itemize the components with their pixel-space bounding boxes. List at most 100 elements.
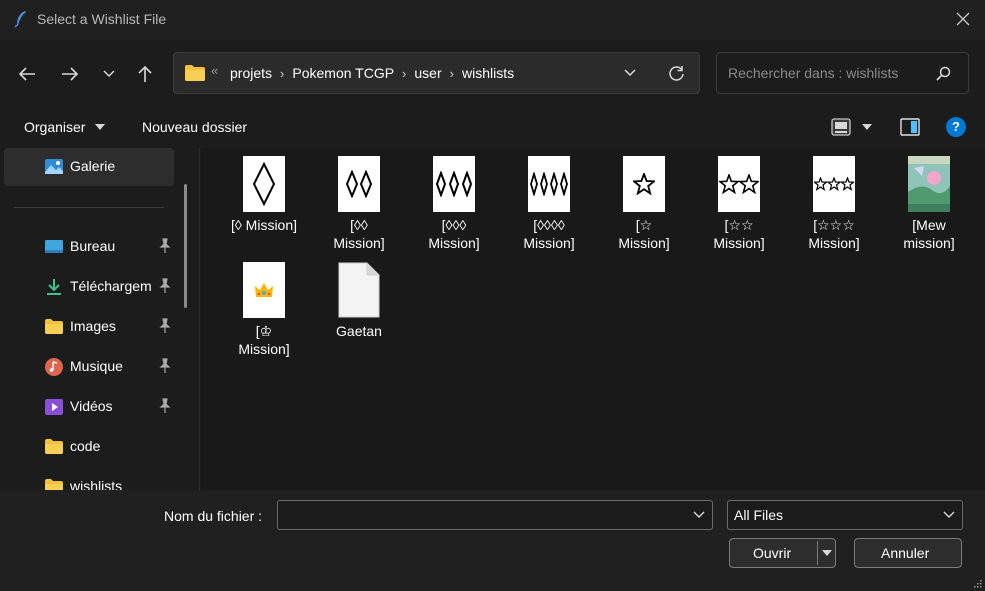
mew-card-icon: [908, 156, 950, 212]
navigation-pane: Galerie Bureau Téléchargem Images Musiqu…: [0, 148, 200, 490]
breadcrumb-item[interactable]: user: [414, 65, 441, 81]
download-icon: [47, 279, 61, 295]
organize-menu[interactable]: Organiser: [24, 119, 106, 135]
arrow-left-icon: [18, 67, 35, 81]
file-item[interactable]: [◊◊◊◊ Mission]: [504, 156, 594, 252]
sidebar-item-downloads[interactable]: Téléchargem: [4, 268, 174, 306]
file-name: [☆ Mission]: [618, 217, 670, 251]
star-1-icon: [623, 156, 665, 212]
folder-icon: [45, 479, 63, 490]
navigation-bar: « projets › Pokemon TCGP › user › wishli…: [0, 40, 985, 108]
close-icon: [956, 12, 970, 26]
desktop-icon: [45, 240, 63, 253]
resize-grip-icon[interactable]: [972, 578, 982, 588]
breadcrumb-item[interactable]: projets: [230, 65, 272, 81]
cancel-button[interactable]: Annuler: [854, 538, 962, 568]
file-name: [◊◊ Mission]: [333, 217, 385, 251]
file-item[interactable]: [◊◊◊ Mission]: [409, 156, 499, 252]
pin-icon: [159, 238, 171, 253]
gallery-icon: [45, 159, 63, 174]
star-3-icon: [813, 156, 855, 212]
search-box[interactable]: Rechercher dans : wishlists: [716, 52, 969, 94]
close-button[interactable]: [953, 10, 973, 30]
file-item[interactable]: [☆ Mission]: [599, 156, 689, 252]
sidebar-item-label: Galerie: [70, 158, 116, 174]
sidebar-item-wishlists[interactable]: wishlists: [4, 468, 174, 490]
file-name: [☆☆☆ Mission]: [808, 217, 860, 251]
chevron-right-icon[interactable]: ›: [402, 66, 406, 81]
file-name: [Mew mission]: [903, 217, 955, 251]
chevron-down-icon[interactable]: [692, 507, 706, 521]
file-item[interactable]: Gaetan: [314, 262, 404, 340]
file-item[interactable]: [◊ Mission]: [219, 156, 309, 234]
blank-file-icon: [338, 262, 380, 318]
chevron-right-icon[interactable]: ›: [450, 66, 454, 81]
chevron-down-icon: [103, 70, 115, 78]
caret-down-icon: [862, 124, 872, 130]
filetype-value: All Files: [734, 507, 784, 523]
sidebar-item-desktop[interactable]: Bureau: [4, 228, 174, 266]
address-dropdown-icon[interactable]: [624, 69, 636, 77]
divider: [14, 207, 164, 208]
help-icon[interactable]: ?: [946, 117, 966, 137]
filename-input[interactable]: [277, 500, 713, 530]
sidebar-item-label: Musique: [70, 358, 123, 374]
folder-icon: [45, 439, 63, 454]
file-item[interactable]: [♔ Mission]: [219, 262, 309, 358]
file-name: [♔ Mission]: [238, 323, 290, 357]
preview-pane-icon[interactable]: [900, 117, 920, 137]
diamond-1-icon: [243, 156, 285, 212]
breadcrumb-item[interactable]: wishlists: [462, 65, 514, 81]
view-icon: [831, 118, 851, 136]
pane-divider[interactable]: [199, 148, 200, 490]
sidebar-item-label: Téléchargem: [70, 278, 152, 294]
address-bar[interactable]: « projets › Pokemon TCGP › user › wishli…: [173, 52, 700, 94]
sidebar-item-label: Vidéos: [70, 398, 113, 414]
file-name: [◊◊◊ Mission]: [428, 217, 480, 251]
refresh-icon[interactable]: [668, 65, 685, 82]
chevron-right-icon[interactable]: ›: [280, 66, 284, 81]
breadcrumb-item[interactable]: Pokemon TCGP: [292, 65, 394, 81]
diamond-3-icon: [433, 156, 475, 212]
caret-down-icon[interactable]: [822, 550, 832, 556]
view-options-button[interactable]: [831, 117, 872, 140]
filetype-select[interactable]: All Files: [727, 500, 963, 530]
pin-icon: [159, 318, 171, 333]
file-item[interactable]: [☆☆☆ Mission]: [789, 156, 879, 252]
arrow-right-icon: [62, 67, 79, 81]
videos-icon: [45, 399, 63, 415]
recent-locations-button[interactable]: [97, 62, 121, 86]
search-icon[interactable]: [936, 66, 951, 81]
crown-icon: [243, 262, 285, 318]
back-button[interactable]: [15, 62, 39, 86]
forward-button[interactable]: [58, 62, 82, 86]
images-folder-icon: [45, 319, 63, 334]
search-input[interactable]: Rechercher dans : wishlists: [728, 65, 898, 81]
sidebar-scrollbar[interactable]: [184, 184, 187, 308]
feather-icon: [14, 11, 26, 28]
file-item[interactable]: [◊◊ Mission]: [314, 156, 404, 252]
folder-icon: [185, 65, 205, 81]
sidebar-item-gallery[interactable]: Galerie: [4, 148, 174, 186]
star-2-icon: [718, 156, 760, 212]
file-name: [☆☆ Mission]: [713, 217, 765, 251]
sidebar-item-images[interactable]: Images: [4, 308, 174, 346]
new-folder-button[interactable]: Nouveau dossier: [142, 119, 247, 135]
up-button[interactable]: [133, 62, 157, 86]
sidebar-item-music[interactable]: Musique: [4, 348, 174, 386]
breadcrumb-overflow[interactable]: «: [211, 63, 218, 78]
pin-icon: [159, 398, 171, 413]
file-item[interactable]: [☆☆ Mission]: [694, 156, 784, 252]
diamond-4-icon: [528, 156, 570, 212]
sidebar-item-label: Bureau: [70, 238, 116, 254]
file-item[interactable]: [Mew mission]: [884, 156, 974, 252]
pin-icon: [159, 278, 171, 293]
title-bar: Select a Wishlist File: [0, 0, 985, 40]
breadcrumb: projets › Pokemon TCGP › user › wishlist…: [230, 65, 514, 81]
sidebar-item-code[interactable]: code: [4, 428, 174, 466]
command-bar: Organiser Nouveau dossier ?: [0, 108, 985, 148]
open-button[interactable]: Ouvrir: [729, 538, 836, 568]
music-icon: [45, 358, 63, 376]
sidebar-item-videos[interactable]: Vidéos: [4, 388, 174, 426]
file-name: [◊ Mission]: [230, 217, 298, 233]
